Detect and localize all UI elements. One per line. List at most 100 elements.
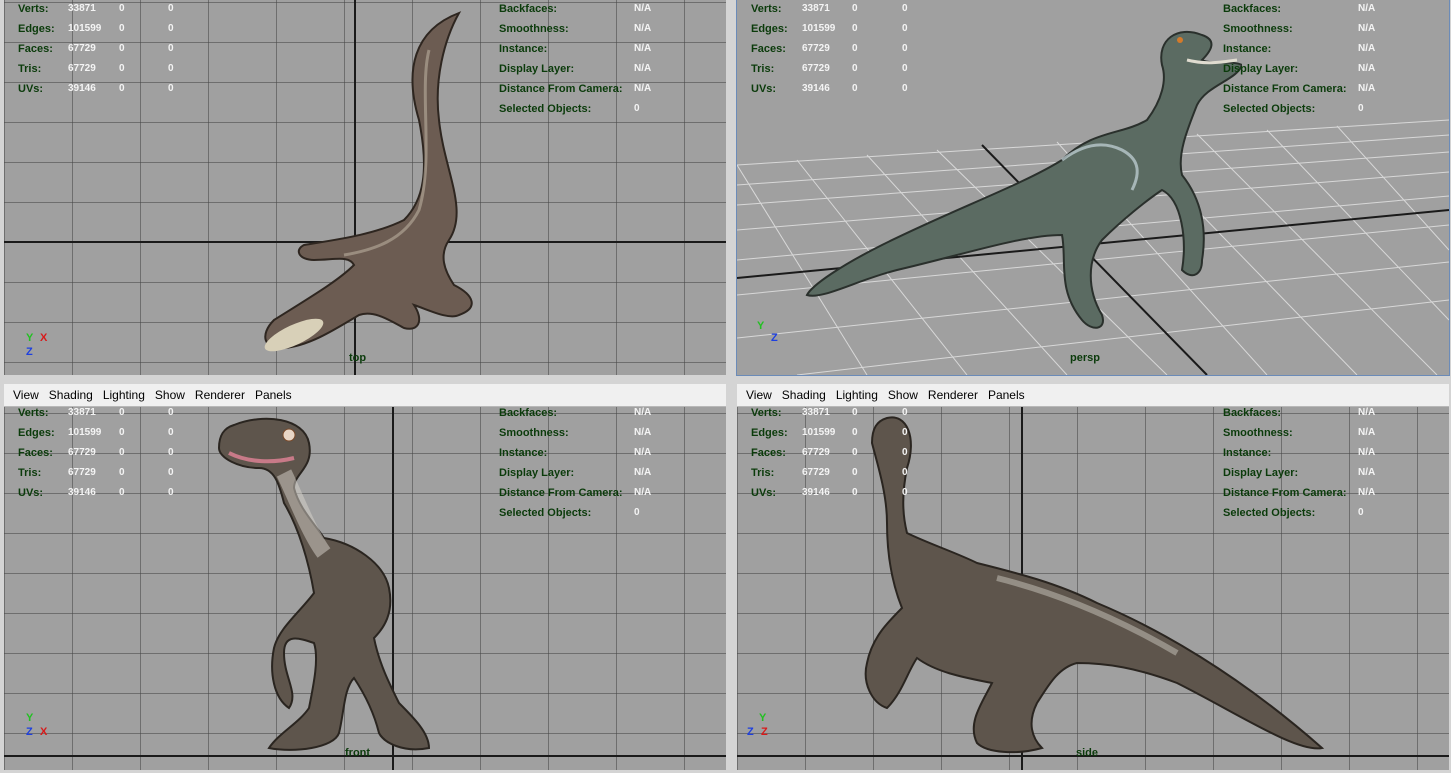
hud-label: Verts: bbox=[751, 3, 782, 15]
hud-label: Distance From Camera: bbox=[1223, 83, 1347, 95]
hud-value: N/A bbox=[1358, 407, 1376, 418]
hud-value: 33871 bbox=[802, 3, 830, 14]
menu-view[interactable]: View bbox=[741, 388, 777, 402]
hud-value: 0 bbox=[119, 467, 125, 478]
hud-value: N/A bbox=[1358, 43, 1376, 54]
hud-label: Selected Objects: bbox=[1223, 507, 1316, 519]
hud-label: Smoothness: bbox=[499, 23, 569, 35]
hud-value: 0 bbox=[119, 63, 125, 74]
hud-label: Selected Objects: bbox=[1223, 103, 1316, 115]
axis-z-label: Z bbox=[747, 726, 754, 738]
hud-label: Backfaces: bbox=[1223, 3, 1282, 15]
hud-value: 0 bbox=[634, 103, 640, 114]
axis-gizmo: Y X Z bbox=[24, 332, 54, 362]
viewport-persp[interactable]: Y Z persp bbox=[737, 0, 1449, 375]
axis-z2-label: Z bbox=[761, 726, 768, 738]
hud-value: 0 bbox=[168, 427, 174, 438]
hud-value: N/A bbox=[1358, 447, 1376, 458]
hud-value: 0 bbox=[902, 467, 908, 478]
axis-z-label: Z bbox=[26, 726, 33, 738]
hud-value: N/A bbox=[634, 427, 652, 438]
hud-label: Faces: bbox=[18, 43, 53, 55]
hud-label: Faces: bbox=[751, 447, 786, 459]
hud-label: Display Layer: bbox=[1223, 467, 1299, 479]
hud-value: 67729 bbox=[802, 63, 830, 74]
axis-z-label: Z bbox=[26, 346, 33, 358]
hud-value: N/A bbox=[1358, 23, 1376, 34]
hud-value: 0 bbox=[852, 43, 858, 54]
hud-label: Tris: bbox=[18, 63, 42, 75]
axis-y-label: Y bbox=[757, 320, 765, 332]
axis-y-label: Y bbox=[759, 712, 767, 724]
hud-value: 0 bbox=[902, 427, 908, 438]
menu-lighting[interactable]: Lighting bbox=[98, 388, 150, 402]
hud-value: 101599 bbox=[802, 427, 836, 438]
hud-value: 67729 bbox=[802, 447, 830, 458]
menu-shading[interactable]: Shading bbox=[777, 388, 831, 402]
hud-value: 0 bbox=[852, 487, 858, 498]
raptor-model-top[interactable] bbox=[254, 10, 484, 360]
hud-label: Verts: bbox=[18, 407, 49, 419]
hud-value: 0 bbox=[634, 507, 640, 518]
hud-value: 0 bbox=[852, 427, 858, 438]
hud-value: 0 bbox=[852, 3, 858, 14]
hud-value: 39146 bbox=[68, 83, 96, 94]
raptor-model-persp[interactable] bbox=[802, 20, 1242, 340]
menu-lighting[interactable]: Lighting bbox=[831, 388, 883, 402]
menu-show[interactable]: Show bbox=[150, 388, 190, 402]
hud-value: 0 bbox=[1358, 103, 1364, 114]
menu-panels[interactable]: Panels bbox=[983, 388, 1030, 402]
hud-value: 33871 bbox=[68, 407, 96, 418]
hud-label: Selected Objects: bbox=[499, 507, 592, 519]
hud-label: Smoothness: bbox=[1223, 427, 1293, 439]
menu-panels[interactable]: Panels bbox=[250, 388, 297, 402]
hud-value: N/A bbox=[634, 487, 652, 498]
camera-label: persp bbox=[1070, 352, 1100, 364]
raptor-model-front[interactable] bbox=[214, 413, 514, 758]
hud-value: 0 bbox=[902, 447, 908, 458]
viewport-persp-panel[interactable]: Y Z persp Verts: Edges: Faces: Tris: UVs… bbox=[736, 0, 1450, 376]
menu-renderer[interactable]: Renderer bbox=[923, 388, 983, 402]
hud-value: 0 bbox=[168, 43, 174, 54]
hud-label: Selected Objects: bbox=[499, 103, 592, 115]
hud-label: Distance From Camera: bbox=[1223, 487, 1347, 499]
menu-view[interactable]: View bbox=[8, 388, 44, 402]
raptor-model-side[interactable] bbox=[857, 413, 1332, 758]
menu-renderer[interactable]: Renderer bbox=[190, 388, 250, 402]
hud-value: 0 bbox=[168, 83, 174, 94]
hud-label: Backfaces: bbox=[499, 407, 558, 419]
hud-value: 0 bbox=[902, 487, 908, 498]
hud-value: 39146 bbox=[802, 83, 830, 94]
hud-label: Tris: bbox=[18, 467, 42, 479]
viewport-top-panel[interactable]: Y X Z top Verts: Edges: Faces: Tris: UVs… bbox=[4, 0, 726, 375]
hud-label: UVs: bbox=[18, 83, 44, 95]
hud-label: Tris: bbox=[751, 63, 775, 75]
camera-label: front bbox=[345, 747, 371, 759]
menu-show[interactable]: Show bbox=[883, 388, 923, 402]
hud-label: Distance From Camera: bbox=[499, 487, 623, 499]
viewport-side-panel[interactable]: View Shading Lighting Show Renderer Pane… bbox=[737, 384, 1449, 770]
hud-label: Faces: bbox=[751, 43, 786, 55]
hud-value: 0 bbox=[119, 83, 125, 94]
hud-value: 0 bbox=[852, 83, 858, 94]
viewport-top[interactable]: Y X Z top bbox=[4, 0, 726, 375]
hud-label: UVs: bbox=[18, 487, 44, 499]
hud-value: 101599 bbox=[802, 23, 836, 34]
hud-label: Edges: bbox=[18, 427, 55, 439]
panel-divider-horizontal[interactable] bbox=[0, 376, 1451, 380]
hud-value: 67729 bbox=[68, 447, 96, 458]
hud-label: Tris: bbox=[751, 467, 775, 479]
menu-shading[interactable]: Shading bbox=[44, 388, 98, 402]
hud-value: 0 bbox=[119, 3, 125, 14]
hud-value: 0 bbox=[852, 407, 858, 418]
hud-value: 0 bbox=[119, 407, 125, 418]
hud-label: Backfaces: bbox=[1223, 407, 1282, 419]
hud-value: N/A bbox=[634, 447, 652, 458]
viewport-front-panel[interactable]: View Shading Lighting Show Renderer Pane… bbox=[4, 384, 726, 770]
hud-value: 101599 bbox=[68, 23, 102, 34]
hud-value: 0 bbox=[119, 447, 125, 458]
viewport-side[interactable]: Y Z Z side bbox=[737, 407, 1449, 770]
hud-label: Verts: bbox=[751, 407, 782, 419]
viewport-front[interactable]: Y Z X front bbox=[4, 407, 726, 770]
panel-divider-vertical[interactable] bbox=[728, 0, 734, 773]
